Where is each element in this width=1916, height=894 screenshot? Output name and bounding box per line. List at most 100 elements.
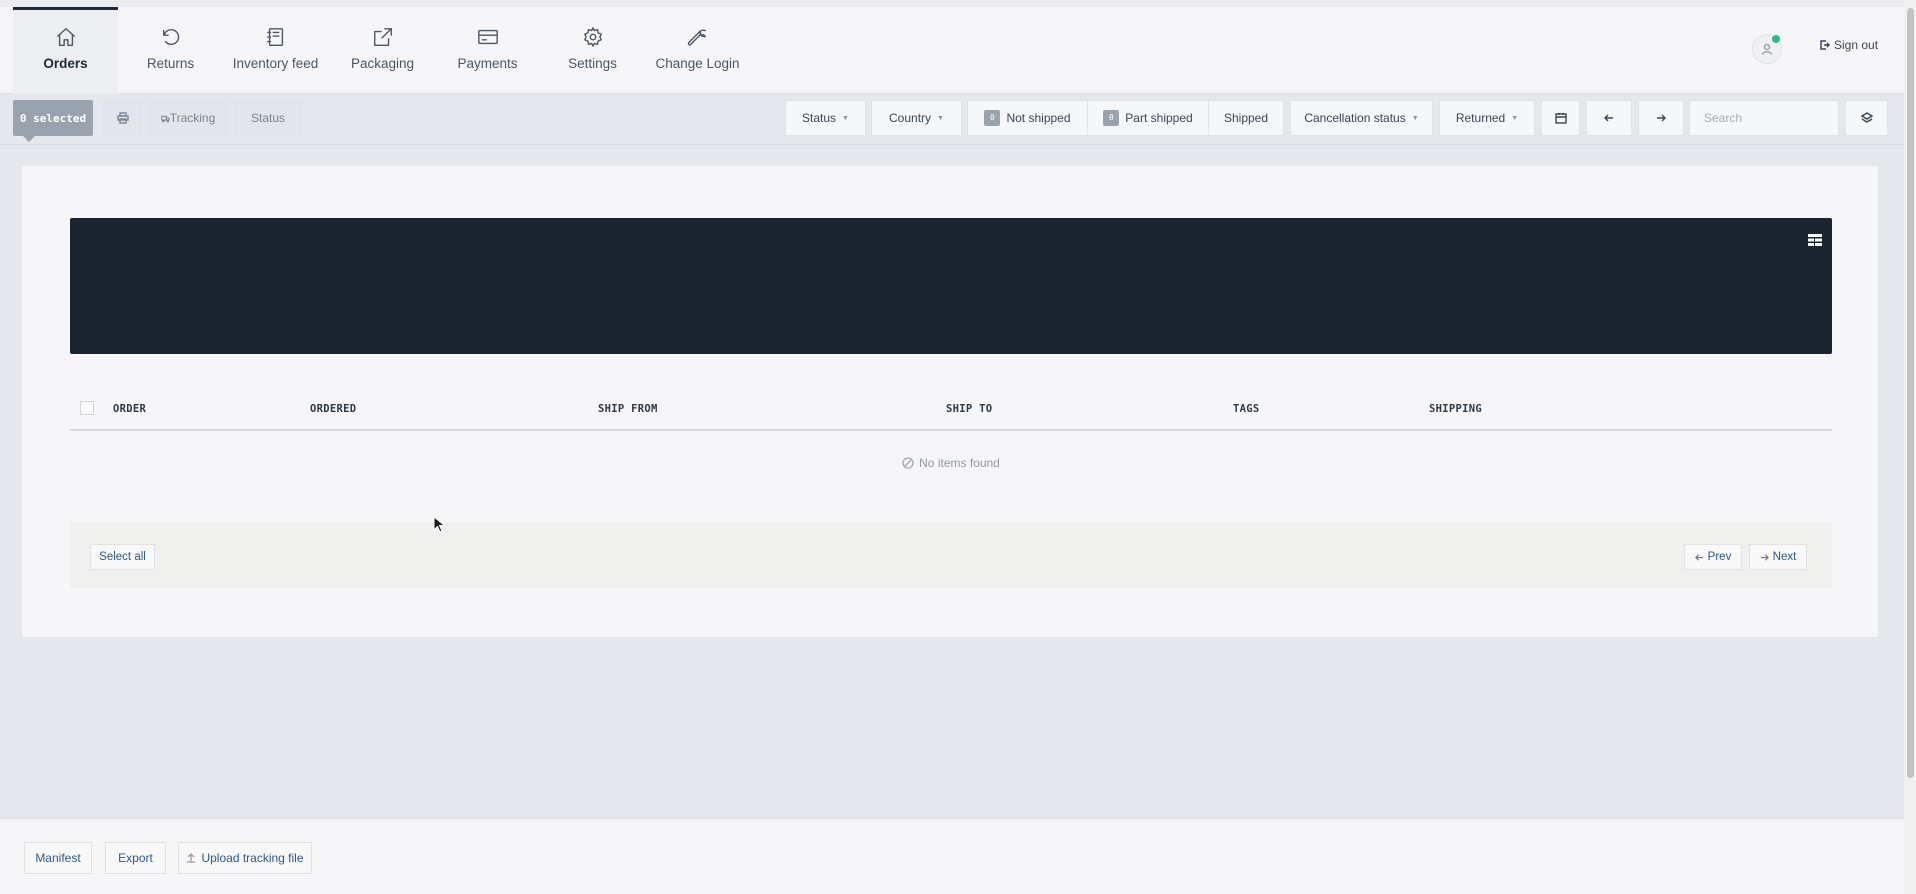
- layers-icon: [1860, 112, 1873, 123]
- upload-label: Upload tracking file: [201, 851, 304, 865]
- caret-down-icon: ▼: [937, 114, 944, 122]
- nav-item-orders[interactable]: Orders: [13, 7, 118, 94]
- next-period-button[interactable]: [1638, 100, 1684, 136]
- status-button[interactable]: Status: [234, 100, 302, 136]
- calendar-icon: [1554, 113, 1567, 124]
- nav-item-label: Settings: [568, 56, 617, 71]
- external-link-icon: [373, 28, 392, 46]
- prev-label: Prev: [1707, 551, 1732, 563]
- avatar[interactable]: [1752, 34, 1782, 64]
- column-ship-from[interactable]: SHIP FROM: [598, 403, 658, 415]
- cancellation-status-dropdown[interactable]: Cancellation status ▼: [1290, 100, 1433, 136]
- status-filter-dropdown[interactable]: Status ▼: [785, 100, 866, 136]
- column-order[interactable]: ORDER: [113, 403, 146, 415]
- orders-card: ORDER ORDERED SHIP FROM SHIP TO TAGS SHI…: [21, 165, 1879, 638]
- next-page-button[interactable]: Next: [1749, 544, 1807, 570]
- nav-item-change-login[interactable]: Change Login: [645, 8, 750, 94]
- print-button[interactable]: [103, 100, 142, 136]
- undo-icon: [162, 29, 179, 46]
- home-icon: [56, 28, 75, 46]
- pagination-bar: Select all Prev Next: [70, 522, 1832, 588]
- shipped-label: Shipped: [1223, 111, 1269, 125]
- top-border: [0, 0, 1904, 7]
- column-ordered[interactable]: ORDERED: [310, 403, 356, 415]
- mouse-pointer-icon: [433, 516, 446, 533]
- caret-down-icon: ▼: [1511, 114, 1519, 122]
- export-label: Export: [118, 851, 153, 865]
- search-input[interactable]: [1689, 100, 1839, 136]
- manifest-label: Manifest: [35, 851, 81, 865]
- not-shipped-count-badge: 0: [984, 110, 1001, 126]
- arrow-left-icon: [1694, 553, 1703, 561]
- country-filter-label: Country: [889, 111, 932, 125]
- not-shipped-label: Not shipped: [1006, 111, 1071, 125]
- summary-banner: [70, 218, 1832, 354]
- page-scrollbar[interactable]: [1904, 0, 1916, 894]
- printer-icon: [116, 112, 129, 124]
- selected-count-badge: 0 selected: [13, 100, 93, 142]
- nav-item-label: Payments: [457, 56, 518, 71]
- wrench-icon: [687, 29, 706, 46]
- date-picker-button[interactable]: [1541, 100, 1580, 136]
- table-header: ORDER ORDERED SHIP FROM SHIP TO TAGS SHI…: [70, 388, 1832, 431]
- nav-item-returns[interactable]: Returns: [118, 8, 223, 94]
- credit-card-icon: [477, 29, 498, 45]
- prev-page-button[interactable]: Prev: [1684, 544, 1742, 570]
- filter-toolbar: 0 selected Tracking Status Status ▼ Coun…: [0, 95, 1904, 145]
- notebook-icon: [266, 28, 283, 46]
- layers-button[interactable]: [1845, 100, 1888, 136]
- empty-state: No items found: [22, 456, 1880, 470]
- sign-out-label: Sign out: [1834, 38, 1879, 52]
- truck-icon: [160, 115, 170, 122]
- select-all-button[interactable]: Select all: [90, 544, 155, 570]
- not-shipped-filter[interactable]: 0 Not shipped: [967, 100, 1088, 136]
- user-icon: [1761, 43, 1773, 55]
- part-shipped-count-badge: 0: [1103, 110, 1120, 126]
- arrow-right-icon: [1657, 114, 1666, 122]
- part-shipped-label: Part shipped: [1125, 111, 1193, 125]
- nav-item-label: Returns: [146, 56, 195, 71]
- column-ship-to[interactable]: SHIP TO: [946, 403, 992, 415]
- empty-message: No items found: [919, 456, 1000, 470]
- returned-filter-label: Returned: [1455, 111, 1506, 125]
- top-navigation: Orders Returns Inventory feed Packaging …: [0, 0, 1904, 94]
- nav-item-label: Inventory feed: [232, 56, 319, 71]
- cancellation-status-label: Cancellation status: [1304, 111, 1406, 125]
- sign-out-link[interactable]: Sign out: [1820, 38, 1878, 52]
- export-button[interactable]: Export: [105, 842, 166, 874]
- previous-period-button[interactable]: [1586, 100, 1632, 136]
- nav-item-settings[interactable]: Settings: [540, 8, 645, 94]
- upload-tracking-file-button[interactable]: Upload tracking file: [178, 842, 312, 874]
- nav-item-inventory-feed[interactable]: Inventory feed: [223, 8, 328, 94]
- column-shipping[interactable]: SHIPPING: [1429, 403, 1482, 415]
- select-all-label: Select all: [99, 551, 146, 563]
- gear-icon: [583, 27, 602, 47]
- tracking-button[interactable]: Tracking: [148, 100, 228, 136]
- online-status-dot: [1772, 35, 1780, 43]
- sign-out-icon: [1820, 40, 1830, 50]
- caret-down-icon: ▼: [842, 114, 849, 122]
- tracking-label: Tracking: [169, 111, 216, 125]
- part-shipped-filter[interactable]: 0 Part shipped: [1087, 100, 1209, 136]
- upload-icon: [187, 853, 196, 863]
- column-tags[interactable]: TAGS: [1233, 403, 1260, 415]
- next-label: Next: [1772, 551, 1797, 563]
- select-all-checkbox[interactable]: [80, 401, 94, 415]
- arrow-left-icon: [1604, 114, 1613, 122]
- footer-actions: Manifest Export Upload tracking file: [0, 818, 1904, 894]
- country-filter-dropdown[interactable]: Country ▼: [871, 100, 962, 136]
- returned-filter-dropdown[interactable]: Returned ▼: [1439, 100, 1535, 136]
- caret-down-icon: ▼: [1411, 114, 1419, 122]
- table-view-icon[interactable]: [1808, 234, 1822, 246]
- nav-item-payments[interactable]: Payments: [435, 8, 540, 94]
- status-button-label: Status: [250, 111, 286, 125]
- manifest-button[interactable]: Manifest: [24, 842, 92, 874]
- arrow-right-icon: [1760, 553, 1769, 561]
- nav-item-packaging[interactable]: Packaging: [330, 8, 435, 94]
- nav-item-label: Packaging: [350, 56, 415, 71]
- nav-item-label: Change Login: [655, 56, 740, 71]
- status-filter-label: Status: [802, 111, 837, 125]
- shipped-filter[interactable]: Shipped: [1208, 100, 1284, 136]
- ban-icon: [902, 457, 914, 469]
- scrollbar-thumb[interactable]: [1907, 8, 1914, 778]
